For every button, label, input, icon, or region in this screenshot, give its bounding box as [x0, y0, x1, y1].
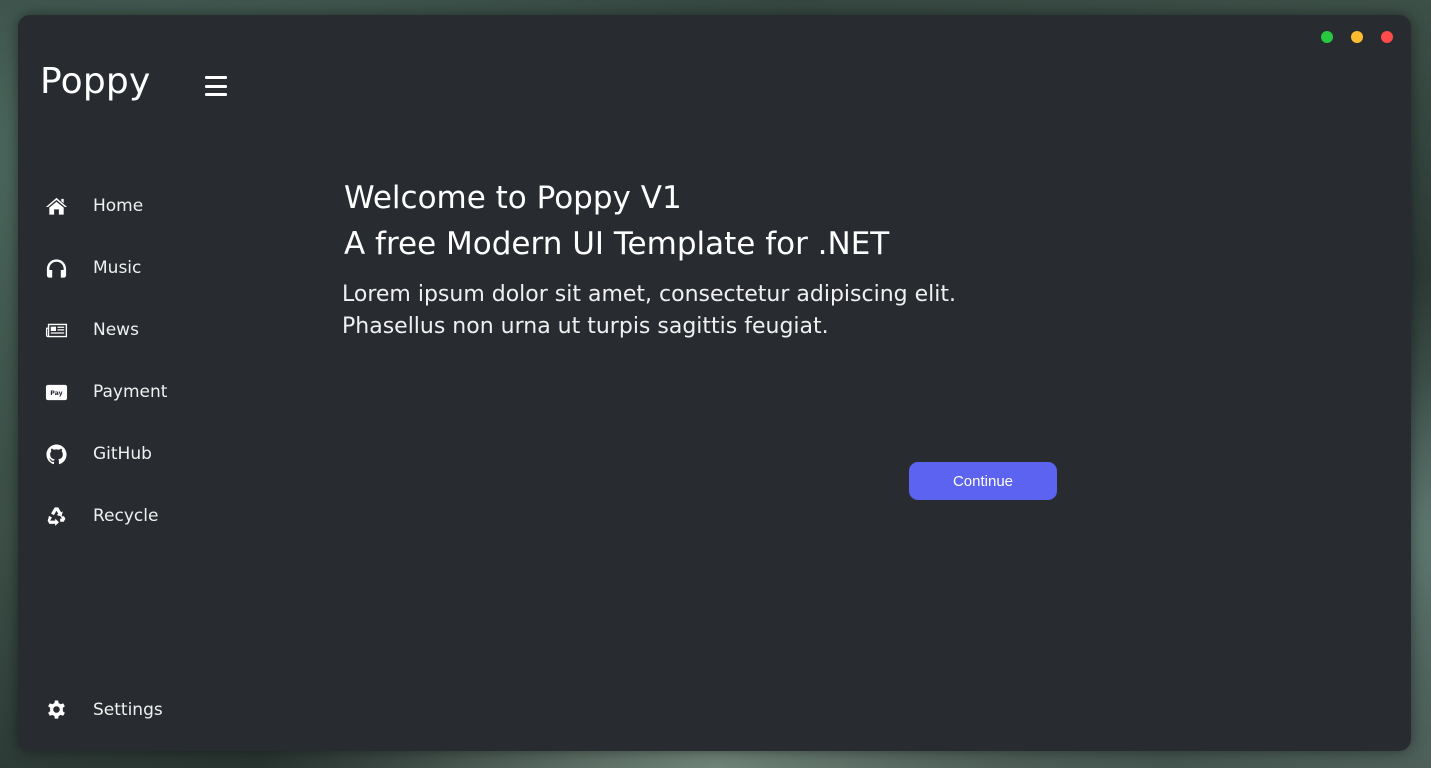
- gear-icon: [44, 698, 68, 722]
- home-icon: [44, 194, 68, 218]
- maximize-button[interactable]: [1321, 31, 1333, 43]
- sidebar-item-github[interactable]: GitHub: [44, 439, 264, 469]
- sidebar-item-label: GitHub: [93, 444, 152, 464]
- recycle-icon: [44, 504, 68, 528]
- svg-text:Pay: Pay: [50, 389, 62, 396]
- apple-pay-icon: Pay: [44, 380, 68, 404]
- sidebar-item-recycle[interactable]: Recycle: [44, 501, 264, 531]
- continue-button[interactable]: Continue: [909, 462, 1057, 500]
- sidebar-item-label: Recycle: [93, 506, 159, 526]
- close-button[interactable]: [1381, 31, 1393, 43]
- hamburger-menu-icon[interactable]: [205, 76, 227, 96]
- app-title: Poppy: [40, 61, 151, 102]
- description-text: Lorem ipsum dolor sit amet, consectetur …: [342, 279, 956, 343]
- sidebar-item-settings[interactable]: Settings: [44, 695, 264, 725]
- app-window: Poppy Home Music News Pay Payment GitHub…: [18, 15, 1411, 751]
- heading-line-2: A free Modern UI Template for .NET: [344, 226, 890, 262]
- github-icon: [44, 442, 68, 466]
- sidebar-item-label: Settings: [93, 700, 163, 720]
- heading-line-1: Welcome to Poppy V1: [344, 180, 682, 216]
- sidebar-item-label: Payment: [93, 382, 168, 402]
- sidebar-item-home[interactable]: Home: [44, 191, 264, 221]
- sidebar-item-label: Music: [93, 258, 142, 278]
- description-line-2: Phasellus non urna ut turpis sagittis fe…: [342, 314, 829, 339]
- headphones-icon: [44, 256, 68, 280]
- sidebar-item-label: Home: [93, 196, 144, 216]
- main-content: Welcome to Poppy V1 A free Modern UI Tem…: [342, 175, 956, 343]
- sidebar-item-music[interactable]: Music: [44, 253, 264, 283]
- minimize-button[interactable]: [1351, 31, 1363, 43]
- sidebar-item-news[interactable]: News: [44, 315, 264, 345]
- sidebar-item-payment[interactable]: Pay Payment: [44, 377, 264, 407]
- window-controls: [1321, 31, 1393, 43]
- sidebar-item-label: News: [93, 320, 139, 340]
- welcome-heading: Welcome to Poppy V1 A free Modern UI Tem…: [344, 175, 956, 267]
- description-line-1: Lorem ipsum dolor sit amet, consectetur …: [342, 282, 956, 307]
- newspaper-icon: [44, 318, 68, 342]
